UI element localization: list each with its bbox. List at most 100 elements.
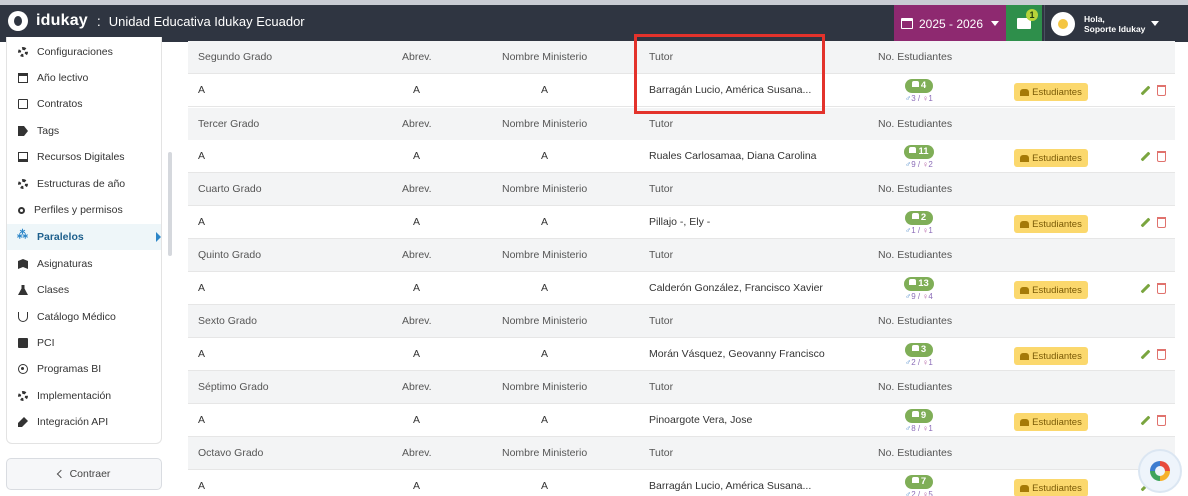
edit-pencil-icon[interactable] xyxy=(1140,350,1150,360)
sidebar-item-label: Configuraciones xyxy=(37,46,113,58)
sidebar-item-recursos-digitales[interactable]: Recursos Digitales xyxy=(7,144,161,170)
sidebar-item-programas-bi[interactable]: Programas BI xyxy=(7,356,161,382)
student-count-badge: 11 xyxy=(904,145,934,159)
student-count: 4 ♂3 / ♀1 xyxy=(896,79,942,103)
student-count-value: 7 xyxy=(920,476,927,487)
student-count-badge: 2 xyxy=(905,211,933,225)
delete-trash-icon[interactable] xyxy=(1157,415,1166,426)
edit-pencil-icon[interactable] xyxy=(1140,218,1150,228)
sidebar-item-configuraciones[interactable]: Configuraciones xyxy=(7,39,161,65)
sidebar-item-label: Año lectivo xyxy=(37,72,89,84)
sidebar-item-tags[interactable]: Tags xyxy=(7,118,161,144)
male-count: 2 xyxy=(911,358,916,367)
users-icon xyxy=(909,147,917,154)
table-row[interactable]: A A A Ruales Carlosamaa, Diana Carolina … xyxy=(188,140,1175,173)
col-ministerio: Nombre Ministerio xyxy=(502,447,588,459)
paralelo-ministerio: A xyxy=(541,414,549,426)
sidebar-item-clases[interactable]: Clases xyxy=(7,277,161,303)
grade-header-row: Octavo Grado Abrev. Nombre Ministerio Tu… xyxy=(188,437,1175,470)
student-count-badge: 7 xyxy=(905,475,933,489)
collapse-sidebar-button[interactable]: Contraer xyxy=(6,458,162,490)
school-name: Unidad Educativa Idukay Ecuador xyxy=(108,13,305,29)
grade-name: Quinto Grado xyxy=(198,249,262,261)
sidebar-item-catalogo-medico[interactable]: Catálogo Médico xyxy=(7,304,161,330)
male-count: 3 xyxy=(911,94,916,103)
student-count: 2 ♂1 / ♀1 xyxy=(896,211,942,235)
chevron-down-icon xyxy=(1151,21,1160,26)
table-row[interactable]: A A A Pillajo -, Ely - 2 ♂1 / ♀1 Estudia… xyxy=(188,206,1175,239)
col-tutor: Tutor xyxy=(649,381,674,393)
edit-pencil-icon[interactable] xyxy=(1140,152,1150,162)
edit-pencil-icon[interactable] xyxy=(1140,86,1150,96)
col-count: No. Estudiantes xyxy=(878,51,953,63)
delete-trash-icon[interactable] xyxy=(1157,151,1166,162)
brand[interactable]: idukay : Unidad Educativa Idukay Ecuador xyxy=(8,11,305,31)
highlight-annotation-box xyxy=(634,34,825,114)
student-count-badge: 3 xyxy=(905,343,933,357)
calendar-icon xyxy=(18,73,28,83)
col-tutor: Tutor xyxy=(649,183,674,195)
student-count-badge: 9 xyxy=(905,409,933,423)
sidebar-item-paralelos[interactable]: Paralelos xyxy=(7,224,161,250)
sidebar-item-pci[interactable]: PCI xyxy=(7,330,161,356)
paralelo-abrev: A xyxy=(413,216,421,228)
target-icon xyxy=(18,364,28,374)
students-button-label: Estudiantes xyxy=(1032,284,1082,296)
users-icon xyxy=(1020,154,1030,162)
grade-header-row: Séptimo Grado Abrev. Nombre Ministerio T… xyxy=(188,371,1175,404)
user-menu[interactable]: Hola, Soporte Idukay xyxy=(1044,5,1182,42)
document-icon xyxy=(18,99,28,109)
students-button-label: Estudiantes xyxy=(1032,350,1082,362)
sidebar-scrollbar[interactable] xyxy=(168,152,172,256)
sidebar-item-perfiles[interactable]: Perfiles y permisos xyxy=(7,197,161,223)
col-ministerio: Nombre Ministerio xyxy=(502,51,588,63)
sitemap-icon xyxy=(17,228,28,242)
messages-button[interactable]: 1 xyxy=(1006,5,1042,42)
table-row[interactable]: A A A Morán Vásquez, Geovanny Francisco … xyxy=(188,338,1175,371)
help-assistant-button[interactable] xyxy=(1138,449,1182,493)
female-count: 5 xyxy=(928,490,933,496)
sidebar-item-asignaturas[interactable]: Asignaturas xyxy=(7,251,161,277)
grade-name: Octavo Grado xyxy=(198,447,264,459)
sidebar-item-estructuras[interactable]: Estructuras de año xyxy=(7,171,161,197)
student-count-badge: 4 xyxy=(905,79,933,93)
female-count: 1 xyxy=(928,424,933,433)
top-bar: idukay : Unidad Educativa Idukay Ecuador… xyxy=(0,0,1188,42)
delete-trash-icon[interactable] xyxy=(1157,85,1166,96)
sidebar-item-integracion-api[interactable]: Integración API xyxy=(7,409,161,435)
delete-trash-icon[interactable] xyxy=(1157,217,1166,228)
edit-pencil-icon[interactable] xyxy=(1140,416,1150,426)
paralelo-name: A xyxy=(198,150,206,162)
students-button[interactable]: Estudiantes xyxy=(1014,479,1088,496)
table-row[interactable]: A A A Pinoargote Vera, Jose 9 ♂8 / ♀1 Es… xyxy=(188,404,1175,437)
sidebar-item-label: Estructuras de año xyxy=(37,178,126,190)
users-icon xyxy=(1020,286,1030,294)
table-row[interactable]: A A A Barragán Lucio, América Susana... … xyxy=(188,470,1175,496)
students-button-label: Estudiantes xyxy=(1032,482,1082,494)
col-count: No. Estudiantes xyxy=(878,381,953,393)
paralelo-abrev: A xyxy=(413,414,421,426)
school-year-dropdown[interactable]: 2025 - 2026 xyxy=(894,5,1006,42)
students-button[interactable]: Estudiantes xyxy=(1014,281,1088,299)
paralelo-ministerio: A xyxy=(541,348,549,360)
sidebar-item-contratos[interactable]: Contratos xyxy=(7,91,161,117)
students-button[interactable]: Estudiantes xyxy=(1014,347,1088,365)
user-name: Soporte Idukay xyxy=(1084,23,1146,34)
delete-trash-icon[interactable] xyxy=(1157,349,1166,360)
male-count: 9 xyxy=(911,292,916,301)
sidebar-item-implementacion[interactable]: Implementación xyxy=(7,383,161,409)
students-button[interactable]: Estudiantes xyxy=(1014,413,1088,431)
edit-pencil-icon[interactable] xyxy=(1140,284,1150,294)
sidebar-item-ano-lectivo[interactable]: Año lectivo xyxy=(7,65,161,91)
table-row[interactable]: A A A Calderón González, Francisco Xavie… xyxy=(188,272,1175,305)
col-abrev: Abrev. xyxy=(402,447,432,459)
students-button[interactable]: Estudiantes xyxy=(1014,83,1088,101)
students-button[interactable]: Estudiantes xyxy=(1014,149,1088,167)
delete-trash-icon[interactable] xyxy=(1157,283,1166,294)
paralelo-ministerio: A xyxy=(541,150,549,162)
student-count: 3 ♂2 / ♀1 xyxy=(896,343,942,367)
male-count: 9 xyxy=(911,160,916,169)
paralelo-name: A xyxy=(198,480,206,492)
users-icon xyxy=(911,213,919,220)
students-button[interactable]: Estudiantes xyxy=(1014,215,1088,233)
